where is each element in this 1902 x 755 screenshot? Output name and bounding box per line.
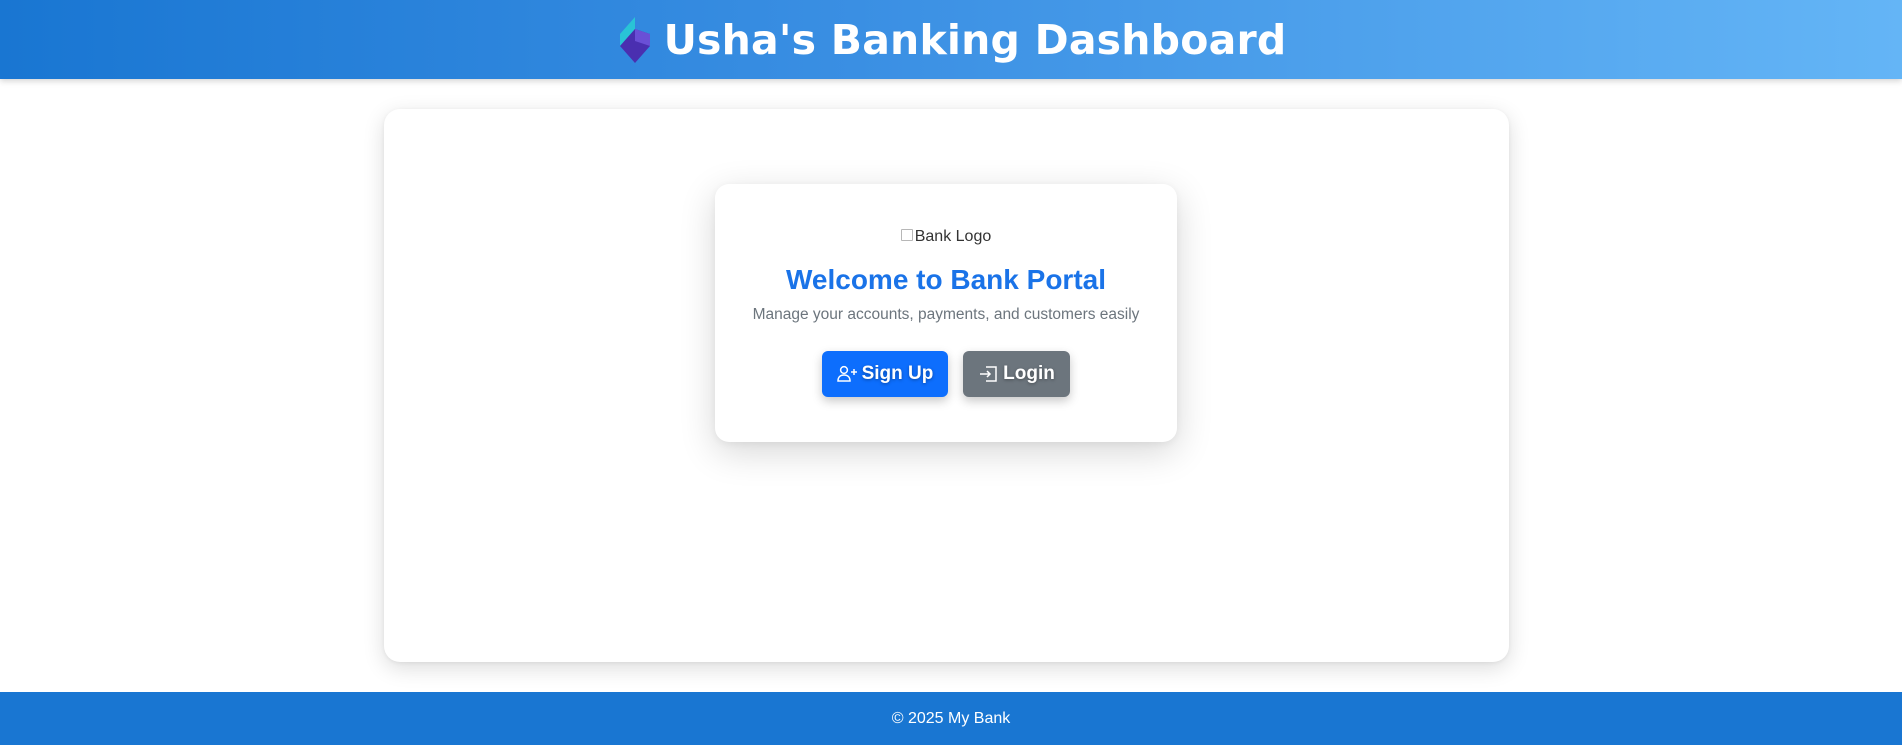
- page-title: Usha's Banking Dashboard: [663, 15, 1287, 64]
- auth-button-group: Sign Up Login: [715, 351, 1177, 397]
- person-plus-icon: [836, 365, 857, 382]
- bank-logo-alt-text: Bank Logo: [914, 228, 992, 245]
- welcome-subtitle: Manage your accounts, payments, and cust…: [752, 306, 1140, 323]
- login-label: Login: [1003, 363, 1055, 384]
- login-button[interactable]: Login: [963, 351, 1070, 397]
- copyright-text: © 2025 My Bank: [891, 709, 1011, 727]
- welcome-card: Bank Logo Welcome to Bank Portal Manage …: [715, 184, 1177, 442]
- page-footer: © 2025 My Bank: [0, 692, 1902, 745]
- brand-logo-icon: [619, 16, 650, 63]
- welcome-heading: Welcome to Bank Portal: [785, 264, 1106, 295]
- bank-logo-image: Bank Logo: [715, 228, 1177, 246]
- box-arrow-in-right-icon: [980, 366, 997, 382]
- sign-up-label: Sign Up: [861, 363, 934, 384]
- app-header: Usha's Banking Dashboard: [0, 0, 1902, 79]
- sign-up-button[interactable]: Sign Up: [822, 351, 948, 397]
- broken-image-icon: [900, 229, 913, 241]
